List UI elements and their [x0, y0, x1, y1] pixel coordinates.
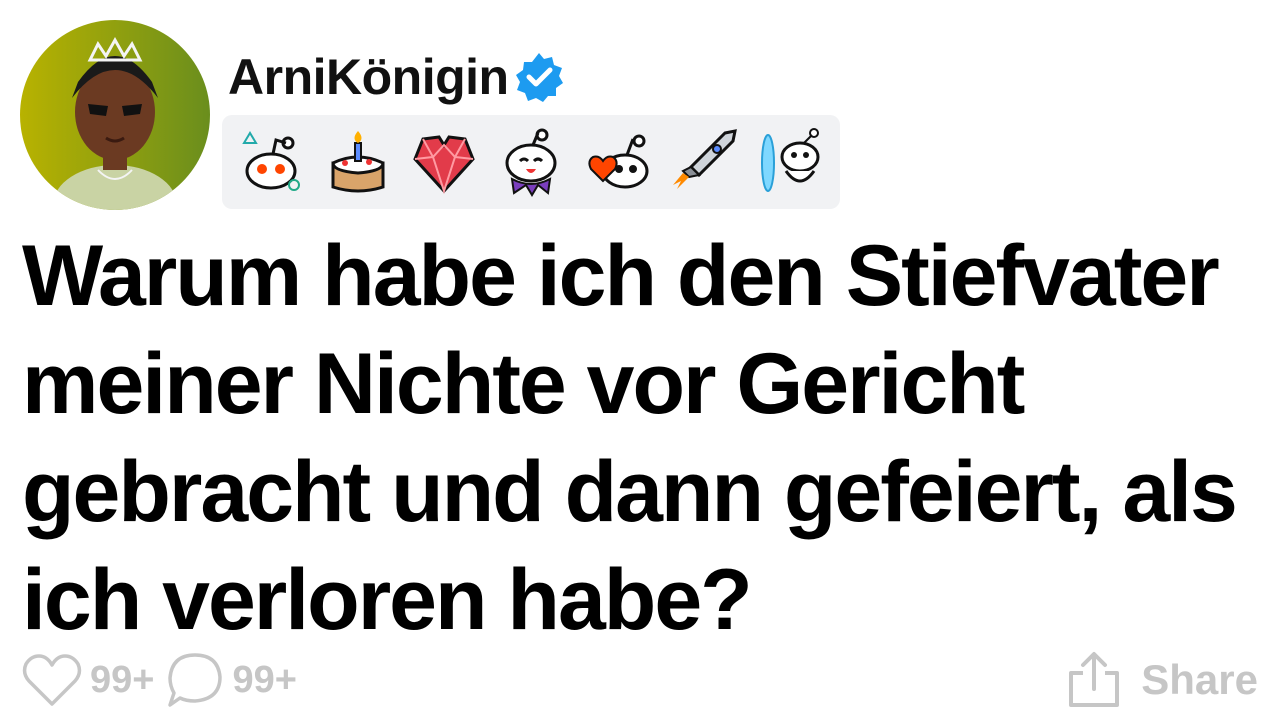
- share-button[interactable]: Share: [1067, 651, 1258, 709]
- like-button[interactable]: 99+: [22, 652, 154, 708]
- heart-icon: [22, 654, 82, 706]
- like-count: 99+: [90, 658, 155, 701]
- rocket-icon[interactable]: [667, 125, 741, 199]
- post-stats: 99+ 99+: [22, 651, 297, 709]
- portal-alien-icon[interactable]: [754, 125, 828, 199]
- birthday-cake-icon[interactable]: [321, 125, 395, 199]
- happy-alien-icon[interactable]: [494, 125, 568, 199]
- crystal-heart-icon[interactable]: [407, 125, 481, 199]
- heart-alien-icon[interactable]: [581, 125, 655, 199]
- comment-button[interactable]: 99+: [166, 651, 297, 709]
- verified-badge-icon: [513, 51, 565, 103]
- post-title: Warum habe ich den Stiefvater meiner Nic…: [22, 228, 1238, 648]
- comment-count: 99+: [232, 658, 297, 701]
- share-icon: [1069, 652, 1120, 707]
- username[interactable]: ArniKönigin: [228, 48, 509, 106]
- post-footer: 99+ 99+ Share: [22, 645, 1258, 715]
- awards-bar: [222, 115, 840, 209]
- alien-icon[interactable]: [234, 125, 308, 199]
- author-row: ArniKönigin: [228, 46, 565, 108]
- avatar[interactable]: [20, 20, 210, 210]
- share-label: Share: [1141, 656, 1258, 703]
- comment-icon: [168, 653, 223, 707]
